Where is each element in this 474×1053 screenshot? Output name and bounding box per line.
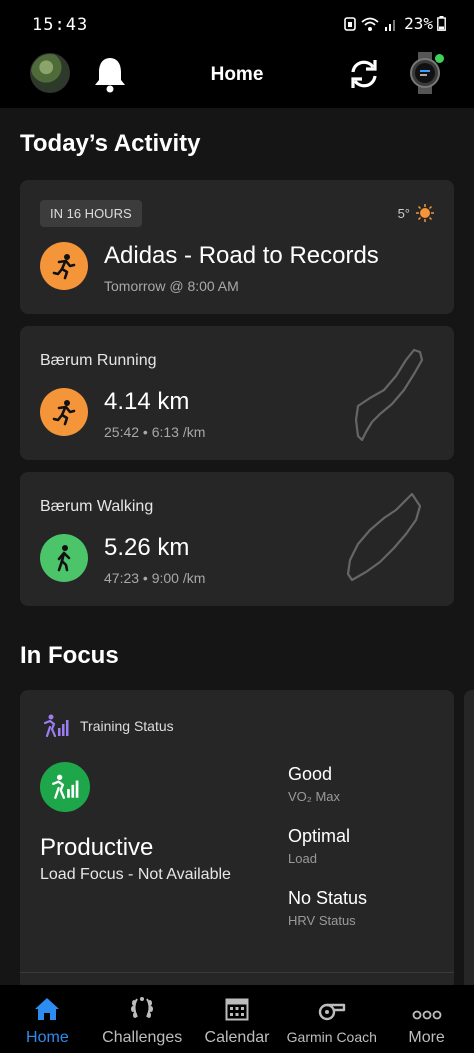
more-dots-icon xyxy=(412,1010,441,1020)
home-icon xyxy=(35,998,60,1020)
section-title-in-focus: In Focus xyxy=(20,642,119,669)
activity-distance: 4.14 km xyxy=(104,388,190,415)
training-status-value: Productive xyxy=(40,834,154,861)
temperature: 5° xyxy=(397,205,410,221)
metric-value: Good xyxy=(288,764,333,784)
watch-connected-indicator xyxy=(435,54,444,63)
whistle-icon xyxy=(318,1003,345,1021)
battery-percent: 23% xyxy=(404,14,433,33)
nav-item-more[interactable]: More xyxy=(379,985,474,1053)
route-map-thumbnail xyxy=(346,492,422,582)
planned-workout-card[interactable]: IN 16 HOURS 5° Adidas - Road to Records … xyxy=(20,180,454,314)
activity-name: Bærum Running xyxy=(40,352,157,369)
running-icon xyxy=(40,388,88,436)
activity-card-running[interactable]: Bærum Running 4.14 km 25:42 • 6:13 /km xyxy=(20,326,454,460)
sun-icon xyxy=(416,204,434,222)
metric-hrv-status: No Status HRV Status xyxy=(288,888,367,928)
app-header: Home xyxy=(0,40,474,108)
nav-item-garmin-coach[interactable]: Garmin Coach xyxy=(284,985,379,1053)
status-icons: 23% xyxy=(344,14,446,33)
load-focus-text: Load Focus - Not Available xyxy=(40,866,231,883)
activity-distance: 5.26 km xyxy=(104,534,190,561)
activity-name: Bærum Walking xyxy=(40,498,154,515)
section-title-todays-activity: Today’s Activity xyxy=(20,130,201,157)
workout-title: Adidas - Road to Records xyxy=(104,242,379,269)
signal-icon xyxy=(385,19,396,31)
training-status-card[interactable]: Training Status Productive Load Focus - … xyxy=(20,690,454,990)
weather: 5° xyxy=(398,204,434,222)
metric-label: Load xyxy=(288,851,317,866)
metric-load: Optimal Load xyxy=(288,826,350,866)
status-bar: 15:43 23% xyxy=(0,0,474,40)
nav-label: Home xyxy=(26,1029,69,1046)
nav-label: Challenges xyxy=(102,1029,183,1046)
activity-card-walking[interactable]: Bærum Walking 5.26 km 47:23 • 9:00 /km xyxy=(20,472,454,606)
productive-status-icon xyxy=(40,762,90,812)
nav-item-calendar[interactable]: Calendar xyxy=(190,985,285,1053)
notification-icon xyxy=(344,16,356,31)
bottom-nav: Home Challenges Calendar Garmin Coach Mo… xyxy=(0,985,474,1053)
status-time: 15:43 xyxy=(32,15,89,35)
training-status-icon xyxy=(43,714,69,738)
metric-label: VO₂ Max xyxy=(288,789,340,804)
page-title: Home xyxy=(210,64,264,85)
metric-vo2max: Good VO₂ Max xyxy=(288,764,340,804)
nav-item-challenges[interactable]: Challenges xyxy=(95,985,190,1053)
running-icon xyxy=(40,242,88,290)
nav-item-home[interactable]: Home xyxy=(0,985,95,1053)
workout-schedule: Tomorrow @ 8:00 AM xyxy=(104,278,239,294)
route-map-thumbnail xyxy=(354,348,424,442)
walking-icon xyxy=(40,534,88,582)
time-until-badge: IN 16 HOURS xyxy=(40,200,142,227)
sync-icon[interactable] xyxy=(346,57,382,91)
nav-label: Garmin Coach xyxy=(286,1029,377,1045)
next-focus-card[interactable] xyxy=(464,690,474,990)
activity-details: 47:23 • 9:00 /km xyxy=(104,570,206,586)
card-divider xyxy=(20,972,454,973)
metric-value: No Status xyxy=(288,888,368,908)
nav-label: Calendar xyxy=(204,1029,270,1046)
metric-value: Optimal xyxy=(288,826,351,846)
training-status-label: Training Status xyxy=(80,718,174,734)
calendar-icon xyxy=(225,998,249,1021)
battery-icon xyxy=(437,16,446,31)
metric-label: HRV Status xyxy=(288,913,356,928)
activity-details: 25:42 • 6:13 /km xyxy=(104,424,206,440)
nav-label: More xyxy=(408,1029,445,1046)
wifi-icon xyxy=(361,17,379,31)
laurel-icon xyxy=(131,997,154,1018)
